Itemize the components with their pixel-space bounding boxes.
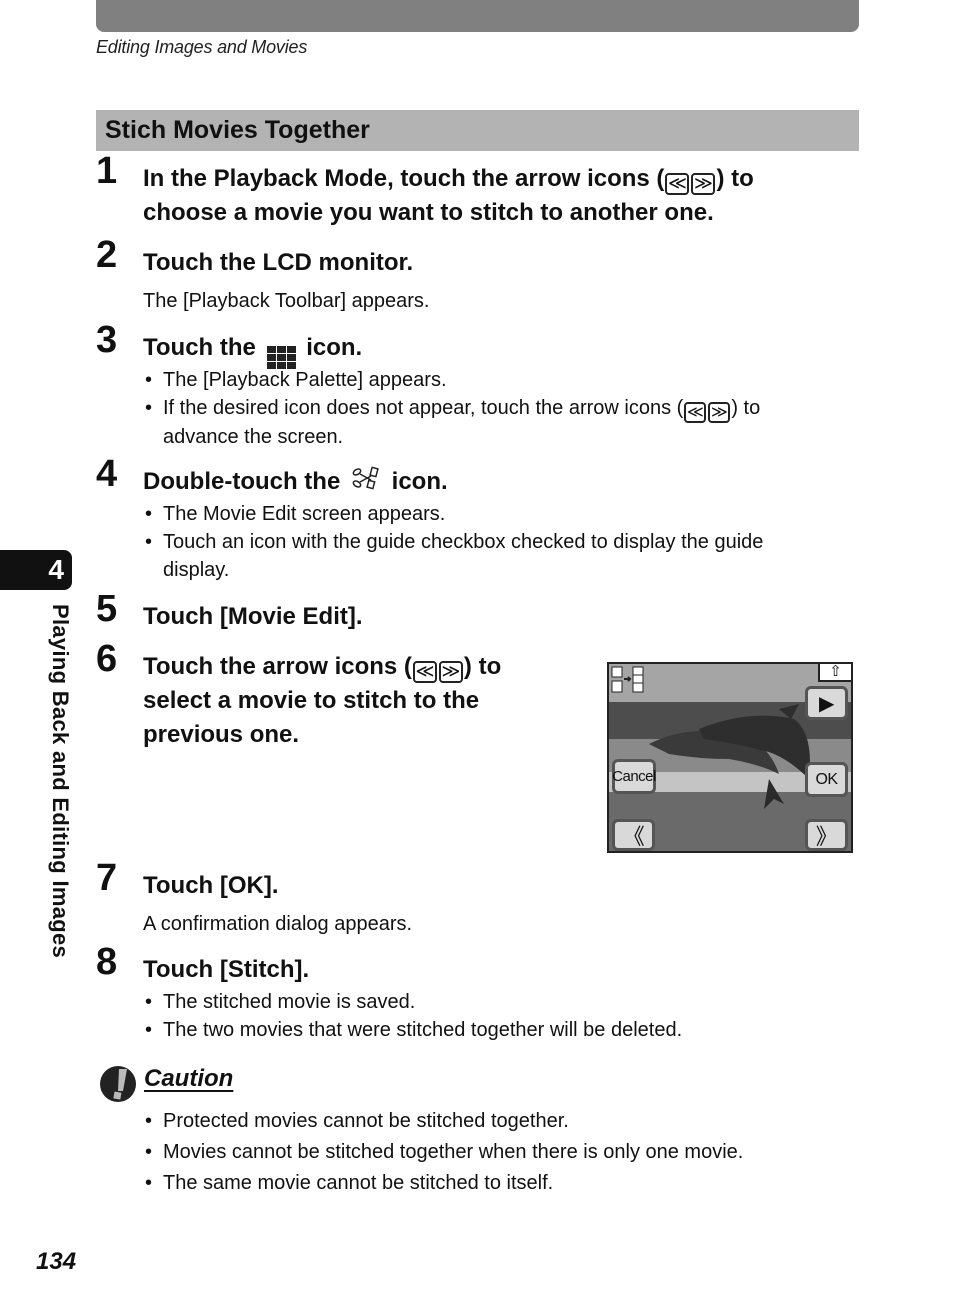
ok-button[interactable]: OK	[805, 762, 848, 797]
bullet-item: Movies cannot be stitched together when …	[143, 1137, 863, 1168]
step-number: 1	[96, 150, 118, 192]
step-number: 4	[96, 453, 118, 495]
bullet-text: Touch an icon with the guide checkbox ch…	[163, 531, 764, 553]
section-title: Stich Movies Together	[105, 116, 370, 144]
step-title: Touch the arrow icons (≪ ≫) to select a m…	[143, 650, 583, 752]
step-body: A confirmation dialog appears.	[143, 913, 413, 935]
step-number: 2	[96, 234, 118, 276]
step-title: Touch the icon.	[143, 331, 843, 369]
caution-title: Caution	[144, 1065, 234, 1092]
bullet-item: If the desired icon does not appear, tou…	[143, 394, 863, 451]
bullet-item: The stitched movie is saved.	[143, 988, 863, 1016]
bullet-item: The Movie Edit screen appears.	[143, 500, 863, 528]
chapter-title: Playing Back and Editing Images	[48, 604, 73, 959]
step-title: Touch [OK].	[143, 872, 279, 899]
arrow-left-icon: ≪	[412, 661, 437, 683]
bullet-text: advance the screen.	[163, 426, 344, 448]
step-body: The [Playback Toolbar] appears.	[143, 290, 430, 312]
chapter-tab: 4	[0, 550, 72, 590]
step-number: 7	[96, 857, 118, 899]
lcd-movie-edit-screen: ⇧ ▶ Cancel OK 《 》	[607, 662, 853, 853]
caution-bullets: Protected movies cannot be stitched toge…	[143, 1106, 863, 1199]
section-header: Stich Movies Together	[96, 110, 859, 151]
step-title: Touch [Movie Edit].	[143, 603, 363, 630]
step-title-text: Double-touch the	[143, 468, 341, 495]
stitch-movies-icon	[611, 666, 644, 693]
step-title-text: previous one.	[143, 721, 300, 748]
bullet-item: Protected movies cannot be stitched toge…	[143, 1106, 863, 1137]
bullet-item: Touch an icon with the guide checkbox ch…	[143, 528, 863, 584]
step-bullets: The stitched movie is saved. The two mov…	[143, 988, 863, 1044]
movie-edit-scissors-icon	[352, 466, 379, 490]
arrow-right-icon: ≫	[438, 661, 463, 683]
next-arrow-button[interactable]: 》	[805, 819, 848, 851]
step-title-text: In the Playback Mode, touch the arrow ic…	[143, 165, 665, 192]
bullet-text: If the desired icon does not appear, tou…	[163, 397, 684, 419]
step-title: In the Playback Mode, touch the arrow ic…	[143, 162, 863, 230]
bullet-text: ) to	[731, 397, 761, 419]
bullet-item: The [Playback Palette] appears.	[143, 366, 863, 394]
step-title-text: ) to	[463, 653, 502, 680]
cancel-button[interactable]: Cancel	[612, 759, 656, 794]
step-title: Touch [Stitch].	[143, 956, 310, 983]
step-title-text: icon.	[306, 334, 363, 361]
play-button[interactable]: ▶	[805, 686, 848, 720]
previous-arrow-button[interactable]: 《	[612, 819, 655, 851]
arrow-left-icon: ≪	[684, 402, 707, 423]
step-number: 3	[96, 319, 118, 361]
step-title-text: Touch the arrow icons (	[143, 653, 412, 680]
arrow-right-icon: ≫	[708, 402, 731, 423]
arrow-left-icon: ≪	[665, 173, 690, 195]
step-title: Double-touch the icon.	[143, 465, 843, 499]
page-number: 134	[36, 1248, 77, 1275]
step-number: 6	[96, 638, 118, 680]
back-icon[interactable]: ⇧	[818, 664, 851, 682]
running-head: Editing Images and Movies	[96, 37, 308, 57]
step-bullets: The Movie Edit screen appears. Touch an …	[143, 500, 863, 584]
arrow-right-icon: ≫	[691, 173, 716, 195]
step-title: Touch the LCD monitor.	[143, 249, 414, 276]
step-title-text: select a movie to stitch to the	[143, 687, 480, 714]
bullet-item: The same movie cannot be stitched to its…	[143, 1168, 863, 1199]
step-title-text: icon.	[391, 468, 448, 495]
step-number: 5	[96, 588, 118, 630]
step-title-text: Touch the	[143, 334, 256, 361]
bullet-text: display.	[163, 559, 230, 581]
step-title-text: ) to	[716, 165, 754, 192]
bullet-item: The two movies that were stitched togeth…	[143, 1016, 863, 1044]
step-title-text: choose a movie you want to stitch to ano…	[143, 199, 714, 226]
step-number: 8	[96, 941, 118, 983]
caution-icon	[100, 1066, 136, 1102]
step-bullets: The [Playback Palette] appears. If the d…	[143, 366, 863, 451]
top-header-bar	[96, 0, 859, 32]
